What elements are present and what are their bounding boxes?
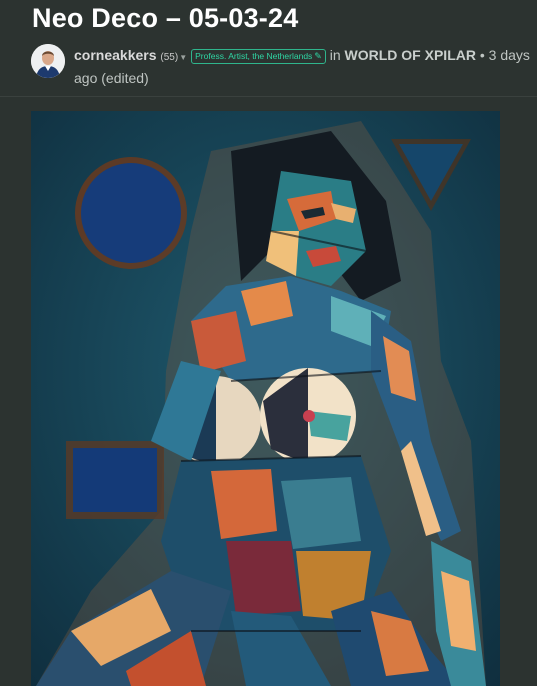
pencil-icon: ✎	[314, 51, 322, 61]
author-badge[interactable]: Profess. Artist, the Netherlands ✎	[191, 49, 326, 64]
separator-bullet: •	[479, 47, 485, 63]
badge-label: Profess. Artist, the Netherlands	[195, 51, 313, 61]
caret-down-icon[interactable]: ▼	[179, 53, 187, 62]
post-meta: corneakkers (55)▼ Profess. Artist, the Ne…	[74, 45, 534, 88]
cubist-painting	[31, 111, 500, 686]
post-image[interactable]	[31, 111, 500, 686]
post-title: Neo Deco – 05-03-24	[32, 3, 299, 33]
author-link[interactable]: corneakkers	[74, 47, 157, 63]
avatar[interactable]	[31, 44, 65, 78]
reputation-score: (55)	[160, 52, 179, 63]
header-divider	[0, 96, 537, 97]
edited-label: (edited)	[101, 70, 149, 86]
avatar-image	[31, 44, 65, 78]
community-link[interactable]: WORLD OF XPILAR	[345, 47, 476, 63]
in-label: in	[329, 47, 341, 63]
